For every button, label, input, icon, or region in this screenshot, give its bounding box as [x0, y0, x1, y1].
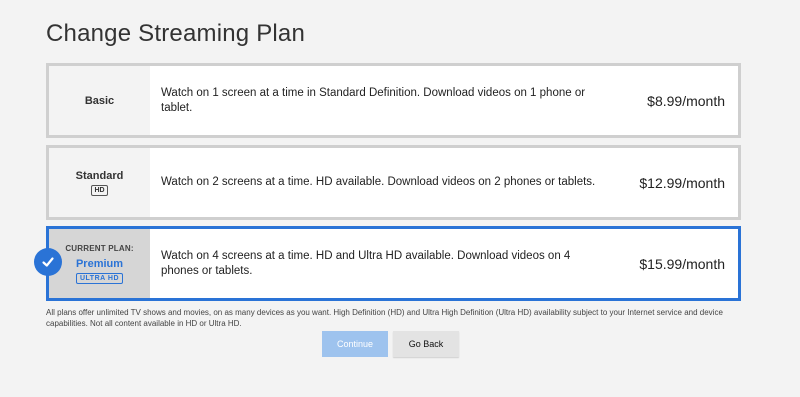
plan-description: Watch on 2 screens at a time. HD availab…	[161, 176, 596, 188]
page-title: Change Streaming Plan	[46, 20, 306, 47]
plan-disclaimer: All plans offer unlimited TV shows and m…	[46, 308, 723, 328]
plan-description: Watch on 1 screen at a time in Standard …	[161, 86, 586, 114]
plan-name: Premium	[75, 257, 124, 270]
plan-description: Watch on 4 screens at a time. HD and Ult…	[161, 249, 571, 277]
continue-button[interactable]: Continue	[322, 331, 388, 357]
plan-label-cell: Basic	[49, 66, 150, 135]
plan-name: Standard	[75, 169, 124, 182]
ultra-hd-badge: ULTRA HD	[76, 272, 123, 284]
plan-price: $8.99/month	[647, 92, 725, 109]
checkmark-icon	[34, 248, 62, 276]
plan-label-cell: CURRENT PLAN: Premium ULTRA HD	[49, 229, 150, 298]
plan-standard[interactable]: Standard HD Watch on 2 screens at a time…	[46, 145, 741, 220]
plan-premium[interactable]: CURRENT PLAN: Premium ULTRA HD Watch on …	[46, 226, 741, 301]
plan-name: Basic	[84, 94, 115, 107]
plan-price: $15.99/month	[639, 255, 725, 272]
go-back-button[interactable]: Go Back	[393, 331, 459, 357]
plan-label-cell: Standard HD	[49, 148, 150, 217]
hd-badge: HD	[91, 184, 108, 196]
plan-basic[interactable]: Basic Watch on 1 screen at a time in Sta…	[46, 63, 741, 138]
current-plan-label: CURRENT PLAN:	[65, 243, 134, 253]
plan-price: $12.99/month	[639, 174, 725, 191]
